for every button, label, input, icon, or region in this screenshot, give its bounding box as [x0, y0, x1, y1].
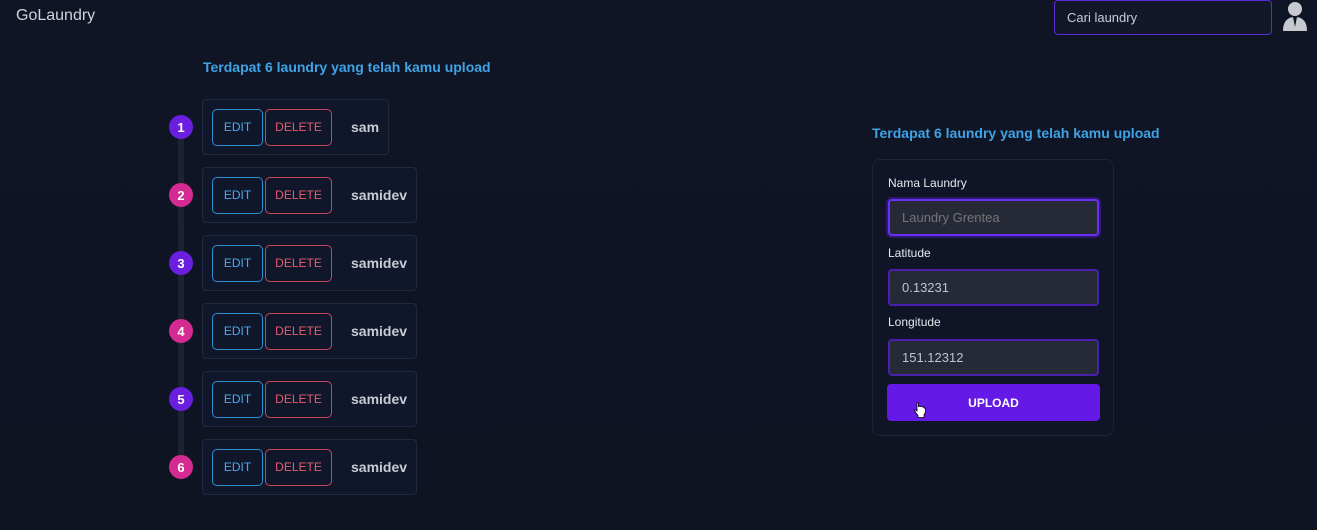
- laundry-card: EDIT DELETE samidev: [202, 167, 418, 223]
- laundry-name: samidev: [351, 187, 408, 203]
- laundry-name: samidev: [351, 255, 408, 271]
- edit-button[interactable]: EDIT: [212, 448, 263, 486]
- delete-button[interactable]: DELETE: [265, 176, 332, 214]
- form-heading: Terdapat 6 laundry yang telah kamu uploa…: [872, 125, 1160, 141]
- laundry-card: EDIT DELETE sam: [202, 99, 390, 155]
- laundry-name: sam: [351, 119, 380, 135]
- upload-form: Nama Laundry Latitude Longitude UPLOAD: [872, 159, 1114, 436]
- edit-button[interactable]: EDIT: [212, 312, 263, 350]
- edit-button[interactable]: EDIT: [212, 176, 263, 214]
- longitude-label: Longitude: [888, 315, 941, 329]
- item-number-badge: 1: [169, 115, 193, 139]
- item-number-badge: 5: [169, 387, 193, 411]
- longitude-field[interactable]: [888, 339, 1099, 376]
- delete-button[interactable]: DELETE: [265, 108, 332, 146]
- page: GoLaundry Terdapat 6 laundry yang telah …: [0, 0, 1317, 530]
- hand-cursor-icon: [914, 402, 926, 418]
- item-number-badge: 2: [169, 183, 193, 207]
- delete-button[interactable]: DELETE: [265, 244, 332, 282]
- delete-button[interactable]: DELETE: [265, 312, 332, 350]
- user-avatar-icon[interactable]: [1281, 0, 1309, 32]
- name-label: Nama Laundry: [888, 176, 967, 190]
- item-number-badge: 4: [169, 319, 193, 343]
- delete-button[interactable]: DELETE: [265, 380, 332, 418]
- timeline-line: [178, 130, 184, 470]
- latitude-label: Latitude: [888, 246, 931, 260]
- edit-button[interactable]: EDIT: [212, 108, 263, 146]
- item-number-badge: 6: [169, 455, 193, 479]
- edit-button[interactable]: EDIT: [212, 380, 263, 418]
- item-number-badge: 3: [169, 251, 193, 275]
- delete-button[interactable]: DELETE: [265, 448, 332, 486]
- search-input[interactable]: [1054, 0, 1272, 35]
- laundry-card: EDIT DELETE samidev: [202, 235, 418, 291]
- latitude-field[interactable]: [888, 269, 1099, 306]
- list-heading: Terdapat 6 laundry yang telah kamu uploa…: [203, 59, 491, 75]
- laundry-card: EDIT DELETE samidev: [202, 371, 418, 427]
- laundry-name-field[interactable]: [888, 199, 1099, 236]
- laundry-card: EDIT DELETE samidev: [202, 439, 418, 495]
- laundry-name: samidev: [351, 391, 408, 407]
- edit-button[interactable]: EDIT: [212, 244, 263, 282]
- laundry-card: EDIT DELETE samidev: [202, 303, 418, 359]
- laundry-name: samidev: [351, 459, 408, 475]
- brand-logo[interactable]: GoLaundry: [16, 7, 95, 25]
- laundry-name: samidev: [351, 323, 408, 339]
